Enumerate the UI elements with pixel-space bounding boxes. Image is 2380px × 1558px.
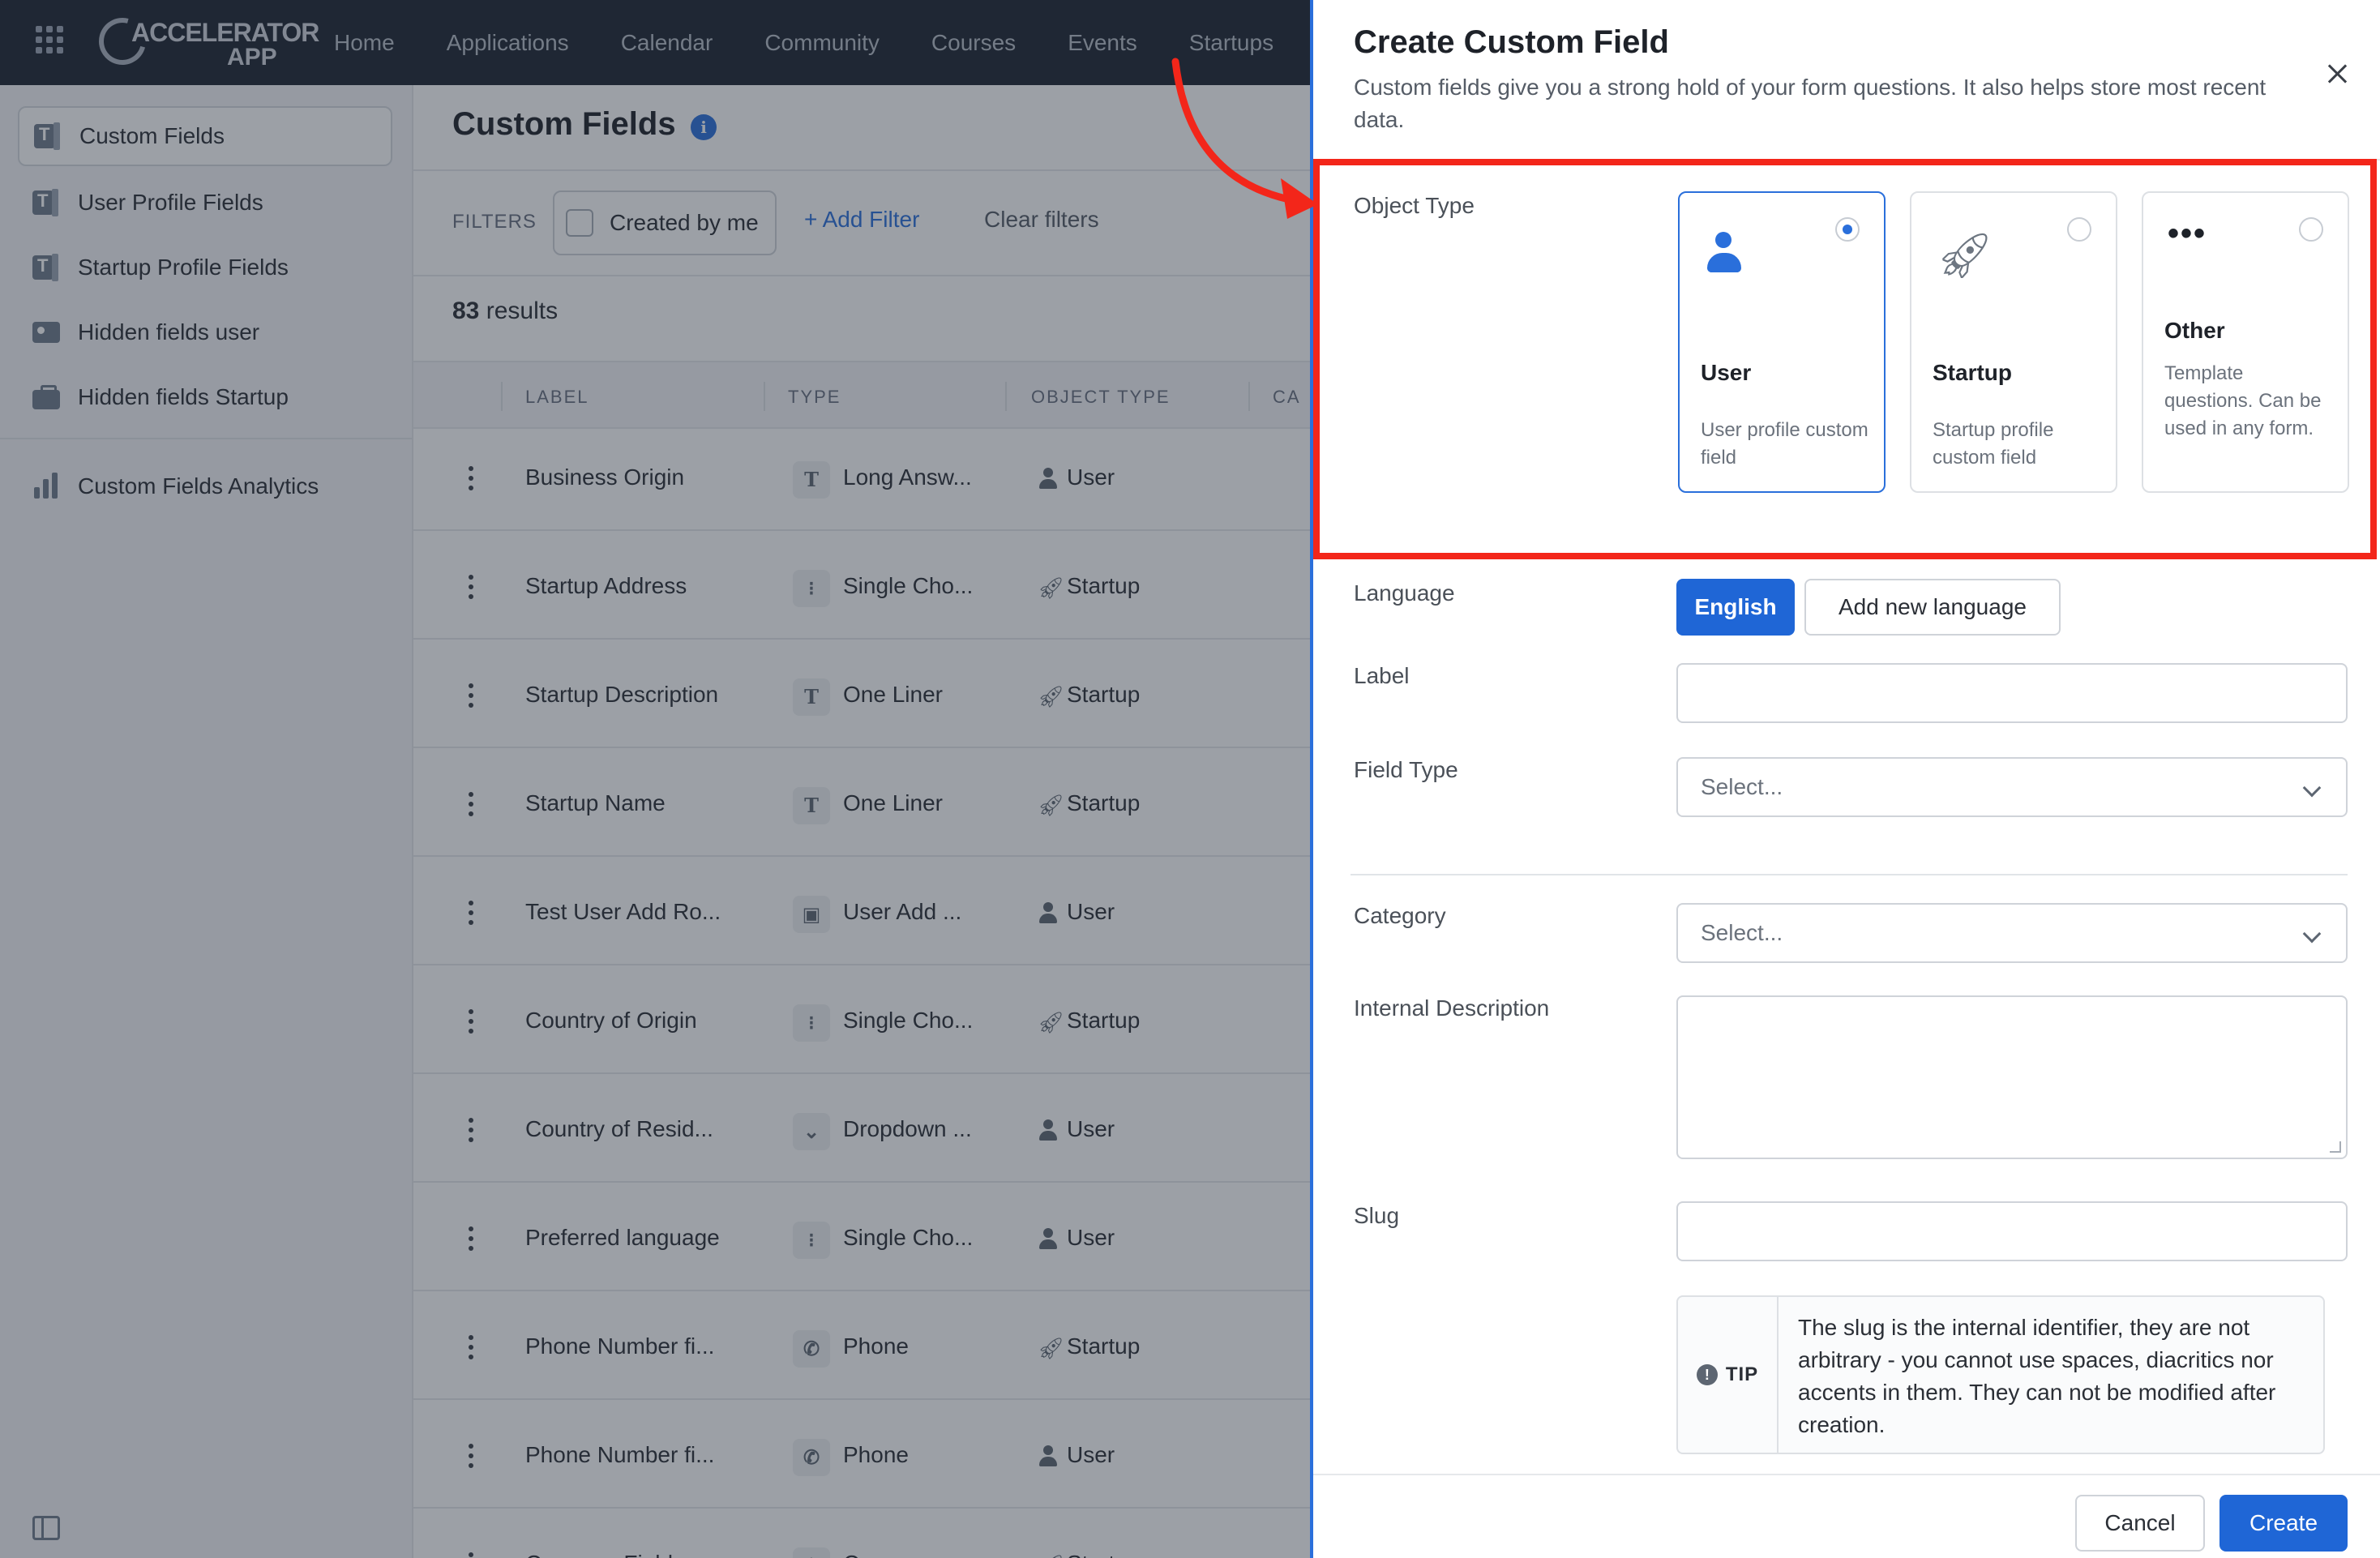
- chevron-down-icon: [2302, 778, 2322, 798]
- slug-label: Slug: [1354, 1203, 1400, 1228]
- add-new-language-button[interactable]: Add new language: [1804, 579, 2061, 636]
- tip-label: TIP: [1725, 1363, 1759, 1385]
- label-input[interactable]: [1676, 663, 2348, 723]
- highlight-box: [1313, 159, 2377, 559]
- internal-description-label: Internal Description: [1354, 995, 1550, 1021]
- category-select[interactable]: Select...: [1676, 903, 2348, 963]
- category-label: Category: [1354, 903, 1446, 928]
- exclamation-icon: !: [1696, 1364, 1718, 1385]
- cancel-button[interactable]: Cancel: [2075, 1495, 2205, 1552]
- annotation-arrow-icon: [1171, 58, 1318, 219]
- language-english-button[interactable]: English: [1676, 579, 1795, 636]
- resize-handle-icon[interactable]: [2330, 1141, 2341, 1153]
- divider: [1313, 1474, 2380, 1475]
- slug-input[interactable]: [1676, 1201, 2348, 1261]
- category-placeholder: Select...: [1701, 920, 1783, 945]
- field-type-select[interactable]: Select...: [1676, 757, 2348, 817]
- field-type-placeholder: Select...: [1701, 774, 1783, 799]
- internal-description-textarea[interactable]: [1676, 995, 2348, 1159]
- create-button[interactable]: Create: [2219, 1495, 2348, 1552]
- close-icon[interactable]: [2325, 62, 2349, 86]
- field-type-label: Field Type: [1354, 757, 1458, 782]
- label-field-label: Label: [1354, 663, 1410, 688]
- divider: [1351, 874, 2348, 875]
- tip-badge: ! TIP: [1678, 1297, 1779, 1453]
- dialog-title: Create Custom Field: [1354, 24, 1669, 60]
- dialog-subtitle: Custom fields give you a strong hold of …: [1354, 75, 2267, 132]
- language-label: Language: [1354, 580, 1455, 606]
- chevron-down-icon: [2302, 924, 2322, 944]
- slug-tip-box: ! TIP The slug is the internal identifie…: [1676, 1295, 2325, 1454]
- modal-backdrop[interactable]: [0, 0, 1310, 1558]
- tip-text: The slug is the internal identifier, the…: [1798, 1315, 2276, 1437]
